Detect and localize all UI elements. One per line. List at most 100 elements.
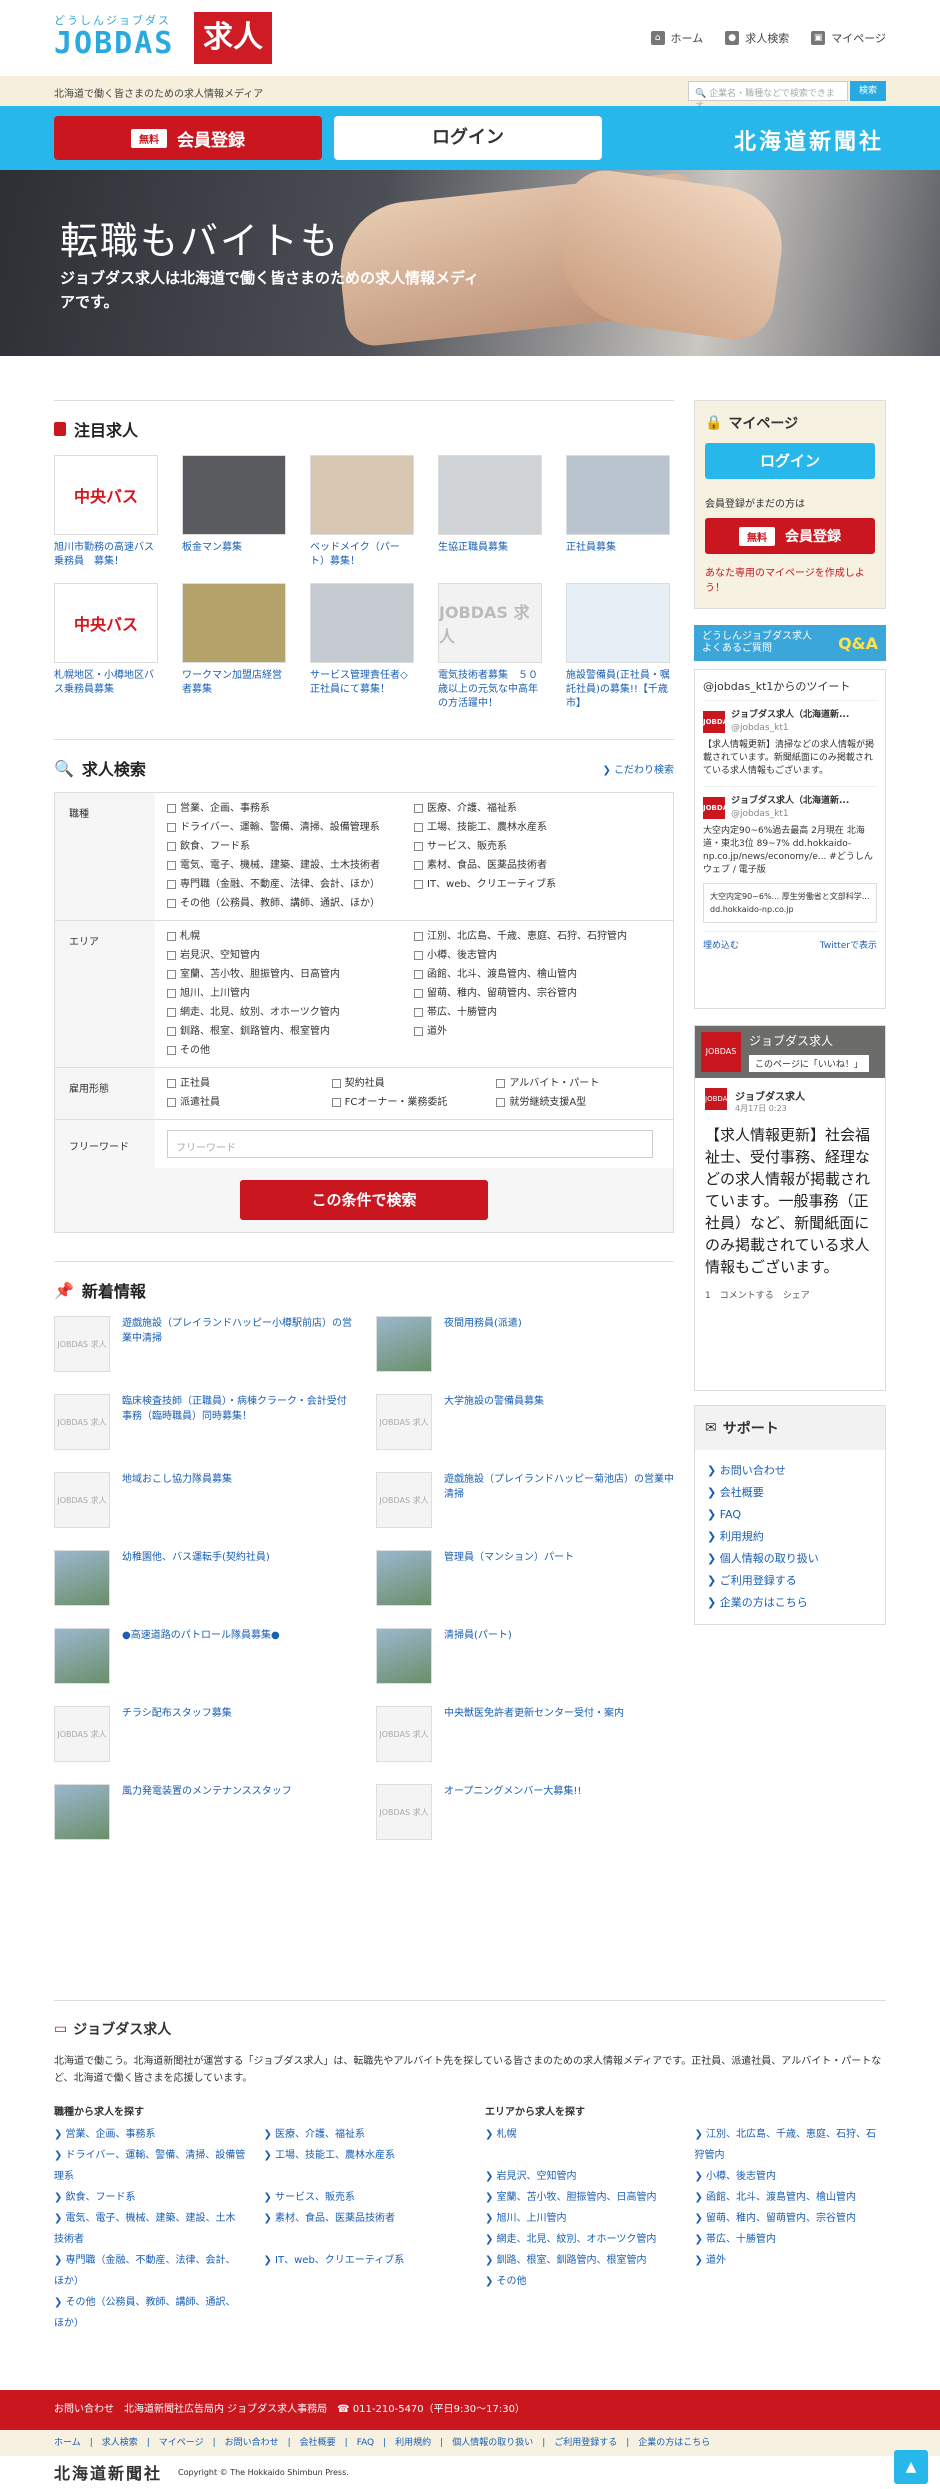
- emp-option[interactable]: 就労継続支援A型: [496, 1095, 661, 1111]
- featured-card[interactable]: ベッドメイク（パート）募集！: [310, 455, 414, 569]
- nav-home[interactable]: ⌂ ホーム: [650, 30, 703, 46]
- search-input[interactable]: 🔍 企業名・職種などで検索できます: [688, 81, 848, 112]
- footer-job-link[interactable]: ❯ 専門職（金融、不動産、法律、会計、ほか）: [54, 2250, 246, 2292]
- checkbox[interactable]: [414, 989, 423, 998]
- footer-job-link[interactable]: ❯ 工場、技能工、農林水産系: [264, 2145, 456, 2187]
- job-option[interactable]: その他（公務員、教師、講師、通訳、ほか）: [167, 896, 414, 912]
- checkbox[interactable]: [167, 861, 176, 870]
- area-option[interactable]: 室蘭、苫小牧、胆振管内、日高管内: [167, 967, 414, 983]
- footer-area-link[interactable]: ❯ 道外: [695, 2250, 887, 2271]
- checkbox[interactable]: [414, 970, 423, 979]
- footer-area-link[interactable]: ❯ 江別、北広島、千歳、恵庭、石狩、石狩管内: [695, 2124, 887, 2166]
- area-option[interactable]: 留萌、稚内、留萌管内、宗谷管内: [414, 986, 661, 1002]
- news-item[interactable]: ●高速道路のパトロール隊員募集●: [54, 1628, 352, 1684]
- checkbox[interactable]: [167, 880, 176, 889]
- footer-job-link[interactable]: ❯ 電気、電子、機械、建築、建設、土木技術者: [54, 2208, 246, 2250]
- featured-card[interactable]: 生協正職員募集: [438, 455, 542, 569]
- area-option[interactable]: 旭川、上川管内: [167, 986, 414, 1002]
- like-button[interactable]: このページに「いいね！」: [749, 1055, 869, 1072]
- footer-job-link[interactable]: ❯ 素材、食品、医薬品技術者: [264, 2208, 456, 2250]
- emp-option[interactable]: FCオーナー・業務委託: [331, 1095, 497, 1111]
- checkbox[interactable]: [167, 1079, 176, 1088]
- news-item[interactable]: JOBDAS 求人 中央獣医免許者更新センター受付・案内: [376, 1706, 674, 1762]
- search-button[interactable]: 検索: [850, 81, 886, 101]
- sidebar-login-button[interactable]: ログイン: [705, 443, 875, 479]
- login-button[interactable]: ログイン: [334, 116, 602, 160]
- job-option[interactable]: 専門職（金融、不動産、法律、会計、ほか）: [167, 877, 414, 893]
- checkbox[interactable]: [331, 1098, 341, 1107]
- footer-job-link[interactable]: ❯ 飲食、フード系: [54, 2187, 246, 2208]
- news-item[interactable]: JOBDAS 求人 オープニングメンバー大募集!!: [376, 1784, 674, 1840]
- news-item[interactable]: JOBDAS 求人 臨床検査技師（正職員）・病棟クラーク・会計受付事務（臨時職員）…: [54, 1394, 352, 1450]
- checkbox[interactable]: [167, 899, 176, 908]
- job-option[interactable]: 工場、技能工、農林水産系: [414, 820, 661, 836]
- checkbox[interactable]: [414, 951, 423, 960]
- nav-search[interactable]: ● 求人検索: [725, 30, 789, 46]
- featured-card[interactable]: 中央バス 札幌地区・小樽地区バス乗務員募集: [54, 583, 158, 711]
- job-option[interactable]: サービス、販売系: [414, 839, 661, 855]
- job-option[interactable]: 素材、食品、医薬品技術者: [414, 858, 661, 874]
- footer-area-link[interactable]: ❯ 旭川、上川管内: [485, 2208, 677, 2229]
- checkbox[interactable]: [414, 880, 423, 889]
- checkbox[interactable]: [167, 823, 176, 832]
- area-option[interactable]: 釧路、根室、釧路管内、根室管内: [167, 1024, 414, 1040]
- nav-mypage[interactable]: ▣ マイページ: [811, 30, 886, 46]
- news-item[interactable]: 風力発電装置のメンテナンススタッフ: [54, 1784, 352, 1840]
- news-item[interactable]: 幼稚園他、バス運転手(契約社員): [54, 1550, 352, 1606]
- emp-option[interactable]: アルバイト・パート: [496, 1076, 661, 1092]
- support-link[interactable]: ❯ 利用規約: [707, 1526, 873, 1548]
- footer-job-link[interactable]: ❯ IT、web、クリエーティブ系: [264, 2250, 456, 2292]
- area-option[interactable]: 札幌: [167, 929, 414, 945]
- news-item[interactable]: 管理員（マンション）パート: [376, 1550, 674, 1606]
- checkbox[interactable]: [414, 861, 423, 870]
- job-option[interactable]: 営業、企画、事務系: [167, 801, 414, 817]
- advanced-search-link[interactable]: ❯ こだわり検索: [602, 761, 674, 776]
- tweet[interactable]: JOBDAS ジョブダス求人（北海道新... @jobdas_kt1 大空内定90~…: [703, 787, 877, 932]
- job-option[interactable]: 飲食、フード系: [167, 839, 414, 855]
- checkbox[interactable]: [414, 1027, 423, 1036]
- footer-area-link[interactable]: ❯ 札幌: [485, 2124, 677, 2166]
- view-on-twitter-link[interactable]: Twitterで表示: [820, 938, 877, 951]
- checkbox[interactable]: [167, 804, 176, 813]
- footer-area-link[interactable]: ❯ 釧路、根室、釧路管内、根室管内: [485, 2250, 677, 2271]
- checkbox[interactable]: [496, 1098, 506, 1107]
- news-item[interactable]: JOBDAS 求人 チラシ配布スタッフ募集: [54, 1706, 352, 1762]
- featured-card[interactable]: 施設警備員(正社員・嘱託社員)の募集!!【千歳市】: [566, 583, 670, 711]
- job-option[interactable]: 電気、電子、機械、建築、建設、土木技術者: [167, 858, 414, 874]
- footer-area-link[interactable]: ❯ 留萌、稚内、留萌管内、宗谷管内: [695, 2208, 887, 2229]
- checkbox[interactable]: [167, 1098, 176, 1107]
- news-item[interactable]: 夜間用務員(派遣): [376, 1316, 674, 1372]
- emp-option[interactable]: 正社員: [167, 1076, 332, 1092]
- checkbox[interactable]: [414, 823, 423, 832]
- back-to-top-button[interactable]: ▲: [894, 2450, 928, 2484]
- freeword-input[interactable]: フリーワード: [167, 1130, 653, 1158]
- checkbox[interactable]: [496, 1079, 506, 1088]
- checkbox[interactable]: [167, 989, 176, 998]
- news-item[interactable]: JOBDAS 求人 遊戯施設（プレイランドハッピー小樽駅前店）の営業中清掃: [54, 1316, 352, 1372]
- footer-job-link[interactable]: ❯ ドライバー、運輸、警備、清掃、設備管理系: [54, 2145, 246, 2187]
- footer-area-link[interactable]: ❯ 小樽、後志管内: [695, 2166, 887, 2187]
- footer-job-link[interactable]: ❯ その他（公務員、教師、講師、通訳、ほか）: [54, 2292, 246, 2334]
- footer-job-link[interactable]: ❯ サービス、販売系: [264, 2187, 456, 2208]
- news-item[interactable]: JOBDAS 求人 遊戯施設（プレイランドハッピー菊池店）の営業中清掃: [376, 1472, 674, 1528]
- footer-area-link[interactable]: ❯ 帯広、十勝管内: [695, 2229, 887, 2250]
- mypage-note[interactable]: あなた専用のマイページを作成しよう！: [705, 566, 875, 596]
- checkbox[interactable]: [167, 1008, 176, 1017]
- site-logo[interactable]: どうしんジョブダス JOBDAS 求人: [54, 12, 280, 64]
- news-item[interactable]: JOBDAS 求人 大学施設の警備員募集: [376, 1394, 674, 1450]
- checkbox[interactable]: [331, 1079, 341, 1088]
- sidebar-register-button[interactable]: 無料 会員登録: [705, 518, 875, 554]
- footer-area-link[interactable]: ❯ 室蘭、苫小牧、胆振管内、日高管内: [485, 2187, 677, 2208]
- job-option[interactable]: ドライバー、運輸、警備、清掃、設備管理系: [167, 820, 414, 836]
- featured-card[interactable]: サービス管理責任者◇正社員にて募集！: [310, 583, 414, 711]
- footer-area-link[interactable]: ❯ 函館、北斗、渡島管内、檜山管内: [695, 2187, 887, 2208]
- checkbox[interactable]: [414, 932, 423, 941]
- tweet-card[interactable]: 大空内定90~6%... 厚生労働省と文部科学... dd.hokkaido-n…: [703, 883, 877, 923]
- featured-card[interactable]: JOBDAS 求人 電気技術者募集 ５０歳以上の元気な中高年の方活躍中！: [438, 583, 542, 711]
- area-option[interactable]: 網走、北見、紋別、オホーツク管内: [167, 1005, 414, 1021]
- support-link[interactable]: ❯ ご利用登録する: [707, 1570, 873, 1592]
- support-link[interactable]: ❯ 個人情報の取り扱い: [707, 1548, 873, 1570]
- footer-area-link[interactable]: ❯ その他: [485, 2271, 677, 2292]
- checkbox[interactable]: [414, 804, 423, 813]
- checkbox[interactable]: [167, 1046, 176, 1055]
